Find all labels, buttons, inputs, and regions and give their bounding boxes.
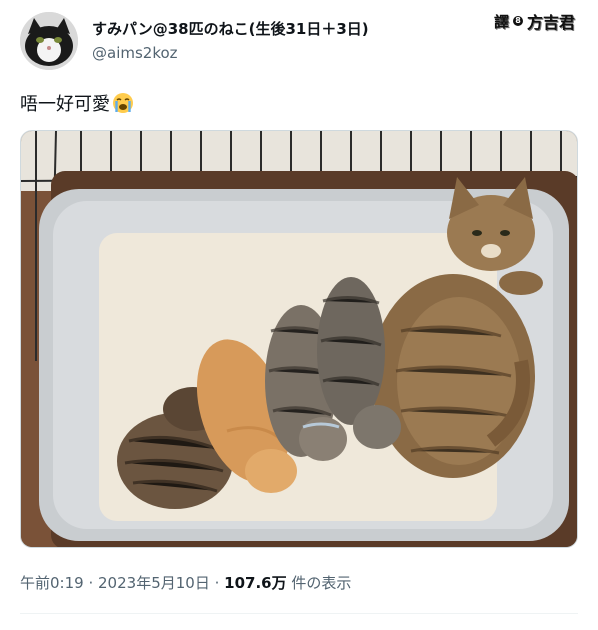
- translator-watermark: 譯 8 方吉君: [488, 8, 584, 34]
- user-handle[interactable]: @aims2koz: [92, 44, 178, 62]
- meta-separator: ·: [214, 574, 225, 592]
- tweet-photo[interactable]: [20, 130, 578, 548]
- views-count: 107.6万: [224, 574, 287, 592]
- watermark-dot: 8: [513, 16, 524, 26]
- tweet-meta: 午前0:19 · 2023年5月10日 · 107.6万 件の表示: [20, 572, 351, 593]
- tweet-date[interactable]: 2023年5月10日: [98, 574, 210, 592]
- loudly-crying-face-icon: [112, 92, 134, 114]
- watermark-suffix: 方吉君: [527, 13, 576, 32]
- avatar[interactable]: [20, 12, 78, 70]
- tweet-body: 唔一好可愛: [20, 94, 110, 115]
- watermark-prefix: 譯: [494, 12, 510, 31]
- tweet-text: 唔一好可愛: [20, 90, 134, 116]
- views-label: 件の表示: [291, 574, 352, 592]
- divider: [20, 613, 578, 614]
- display-name[interactable]: すみパン@38匹のねこ(生後31日＋3日): [92, 18, 369, 39]
- tweet-time[interactable]: 午前0:19: [20, 574, 84, 592]
- meta-separator: ·: [88, 574, 99, 592]
